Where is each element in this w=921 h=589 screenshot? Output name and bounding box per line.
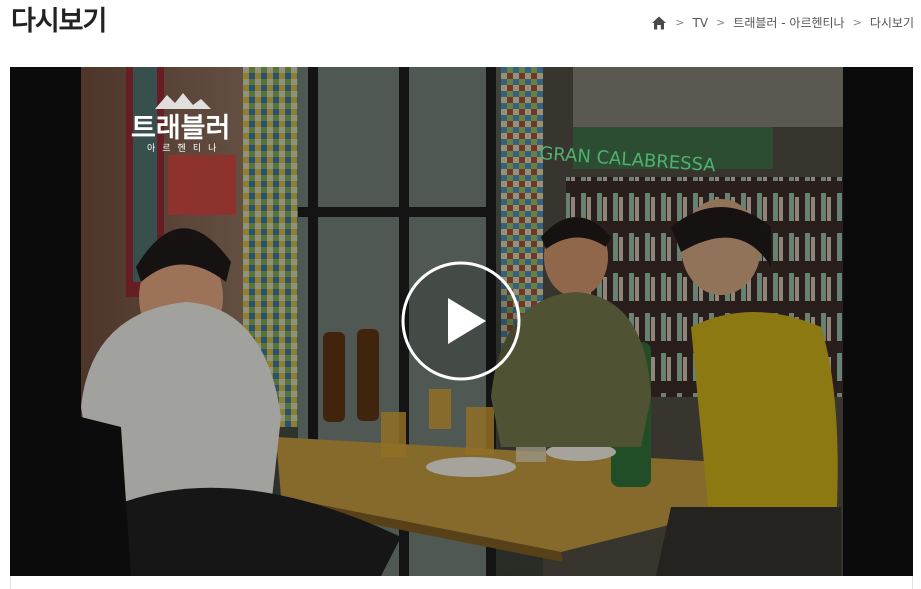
page-title: 다시보기 <box>11 6 107 37</box>
video-player[interactable]: GRAN CALABRESSA 트래블러 아르헨티나 <box>10 67 913 576</box>
svg-text:트래블러: 트래블러 <box>131 113 230 143</box>
breadcrumb-separator-icon: > <box>675 16 685 29</box>
breadcrumb-item-tv[interactable]: TV <box>693 16 709 30</box>
program-logo: 트래블러 아르헨티나 <box>127 91 237 153</box>
play-icon <box>401 261 521 381</box>
page: 다시보기 > TV > 트래블러 - 아르헨티나 > 다시보기 GRAN CAL… <box>0 0 921 589</box>
breadcrumb-separator-icon: > <box>852 16 862 29</box>
svg-text:아르헨티나: 아르헨티나 <box>147 142 223 153</box>
breadcrumb-separator-icon: > <box>716 16 726 29</box>
home-icon[interactable] <box>651 15 667 31</box>
video-info-panel <box>10 576 913 589</box>
breadcrumb-item-current[interactable]: 다시보기 <box>870 14 914 31</box>
breadcrumb-item-program[interactable]: 트래블러 - 아르헨티나 <box>733 14 844 31</box>
breadcrumb: > TV > 트래블러 - 아르헨티나 > 다시보기 <box>651 14 914 31</box>
play-button[interactable] <box>400 260 522 382</box>
